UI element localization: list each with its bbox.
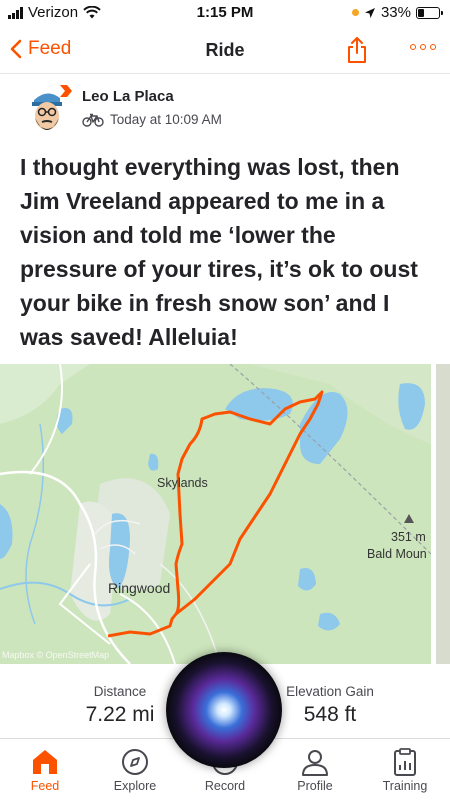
location-arrow-icon	[364, 7, 375, 18]
map-label-peak: Bald Moun	[367, 547, 427, 561]
tab-profile-label: Profile	[297, 779, 333, 793]
tab-record-label: Record	[204, 779, 246, 793]
athlete-name[interactable]: Leo La Placa	[82, 88, 174, 105]
tab-profile[interactable]: Profile	[270, 745, 360, 793]
peak-icon	[404, 514, 414, 523]
stat-distance: Distance 7.22 mi	[70, 684, 170, 727]
map-label-ringwood: Ringwood	[108, 580, 171, 596]
tab-feed[interactable]: Feed	[0, 745, 90, 793]
bike-icon	[82, 113, 104, 127]
clipboard-icon	[394, 748, 416, 776]
map-next-photo-peek[interactable]	[436, 364, 450, 664]
tab-explore[interactable]: Explore	[90, 745, 180, 793]
siri-orb[interactable]	[166, 652, 282, 768]
home-icon	[33, 750, 57, 774]
stat-distance-label: Distance	[93, 684, 147, 699]
battery-percent: 33%	[380, 4, 411, 21]
navigation-bar: Feed Ride	[0, 28, 450, 74]
activity-title: I thought everything was lost, then Jim …	[20, 154, 418, 350]
status-right: 33%	[351, 4, 443, 21]
map-label-skylands: Skylands	[157, 476, 208, 490]
strava-badge-icon	[60, 85, 72, 97]
tab-training-label: Training	[382, 779, 428, 793]
more-dot-icon	[410, 44, 416, 50]
stat-distance-value: 7.22 mi	[85, 703, 155, 726]
map-attribution: Mapbox © OpenStreetMap	[2, 650, 110, 660]
more-dot-icon	[420, 44, 426, 50]
activity-meta: Today at 10:09 AM	[82, 112, 222, 127]
share-button[interactable]	[346, 36, 368, 69]
tab-training[interactable]: Training	[360, 745, 450, 793]
activity-header: Leo La Placa Today at 10:09 AM	[20, 84, 430, 140]
tab-explore-label: Explore	[113, 779, 157, 793]
map-background	[0, 364, 431, 664]
stat-elevation-value: 548 ft	[303, 703, 357, 726]
recording-indicator-dot	[351, 9, 359, 16]
stat-elevation: Elevation Gain 548 ft	[280, 684, 380, 727]
chevron-left-icon	[10, 39, 22, 59]
share-icon	[348, 37, 366, 63]
back-button[interactable]: Feed	[10, 38, 71, 60]
profile-icon	[302, 750, 328, 776]
tab-feed-label: Feed	[30, 779, 60, 793]
compass-icon	[122, 749, 148, 775]
status-bar: Verizon 1:15 PM 33%	[0, 0, 450, 28]
back-label: Feed	[28, 38, 72, 59]
stat-elevation-label: Elevation Gain	[286, 684, 374, 699]
more-dot-icon	[430, 44, 436, 50]
map-label-elevation: 351 m	[391, 530, 426, 544]
activity-timestamp: Today at 10:09 AM	[110, 112, 222, 127]
battery-icon	[416, 6, 443, 19]
more-options-button[interactable]	[410, 44, 436, 50]
route-map[interactable]: Skylands Ringwood 351 m Bald Moun Mapbox…	[0, 364, 431, 664]
